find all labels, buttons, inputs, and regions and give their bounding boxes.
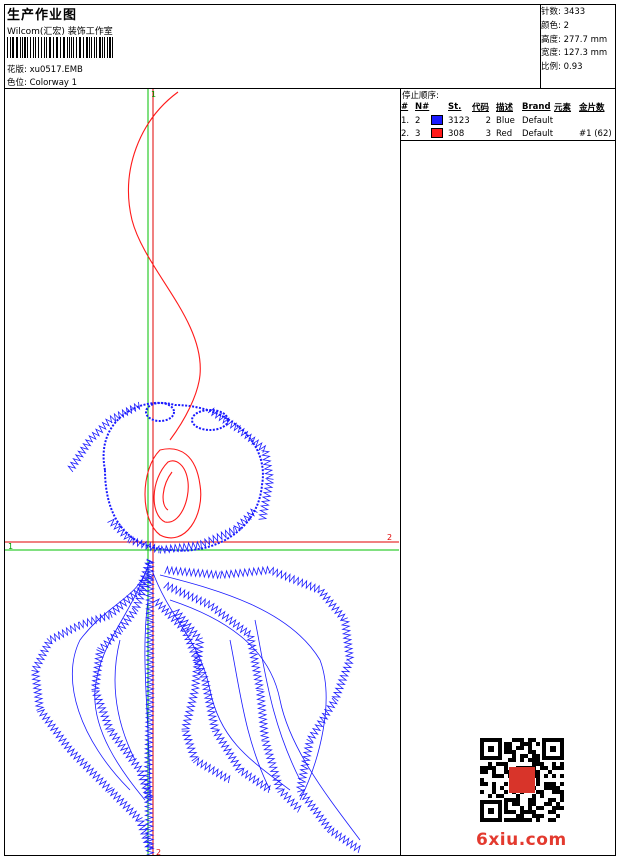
embroidery-canvas: 1 2 1 2 <box>5 89 399 855</box>
stat-colors: 颜色: 2 <box>541 20 569 31</box>
blue-fin-stitches <box>30 401 361 855</box>
stat-scale: 比例: 0.93 <box>541 62 583 73</box>
stat-stitches: 针数: 3433 <box>541 7 586 17</box>
table-header: # N# St. 代码 描述 Brand 元素 金片数 <box>401 101 605 113</box>
design-stats: 针数: 3433 颜色: 2 高度: 277.7 mm 宽度: 127.3 mm… <box>541 6 607 75</box>
table-row: 1. 2 3123 2 Blue Default <box>401 114 554 126</box>
table-divider <box>400 140 616 141</box>
guide-label-v-start: 1 <box>151 90 156 99</box>
colorway-row: 色位: Colorway 1 <box>7 76 77 88</box>
red-thread-stitches <box>128 91 202 539</box>
red-seal-logo <box>509 767 535 793</box>
table-row: 2. 3 308 3 Red Default #1 (62) <box>401 127 612 139</box>
canvas-divider <box>400 88 401 856</box>
color-swatch-red <box>431 127 443 138</box>
page-title: 生产作业图 <box>7 8 78 23</box>
stop-sequence-table: # N# St. 代码 描述 Brand 元素 金片数 1. 2 3123 2 … <box>401 100 612 140</box>
barcode <box>7 37 113 58</box>
colorway-value: Colorway 1 <box>29 78 78 88</box>
design-label: 花版: <box>7 65 27 75</box>
guide-label-h-start: 1 <box>8 542 13 551</box>
guide-label-v-end: 2 <box>156 848 161 855</box>
design-value: xu0517.EMB <box>29 65 83 75</box>
watermark-text: 6xiu.com <box>476 830 567 850</box>
design-name-row: 花版: xu0517.EMB <box>7 63 83 75</box>
stat-width: 宽度: 127.3 mm <box>541 48 608 59</box>
studio-subtitle: Wilcom(汇宏) 装饰工作室 <box>7 27 113 37</box>
color-swatch-blue <box>431 114 443 125</box>
stat-height: 高度: 277.7 mm <box>541 34 608 45</box>
guide-label-h-end: 2 <box>387 533 392 542</box>
colorway-label: 色位: <box>7 78 27 88</box>
